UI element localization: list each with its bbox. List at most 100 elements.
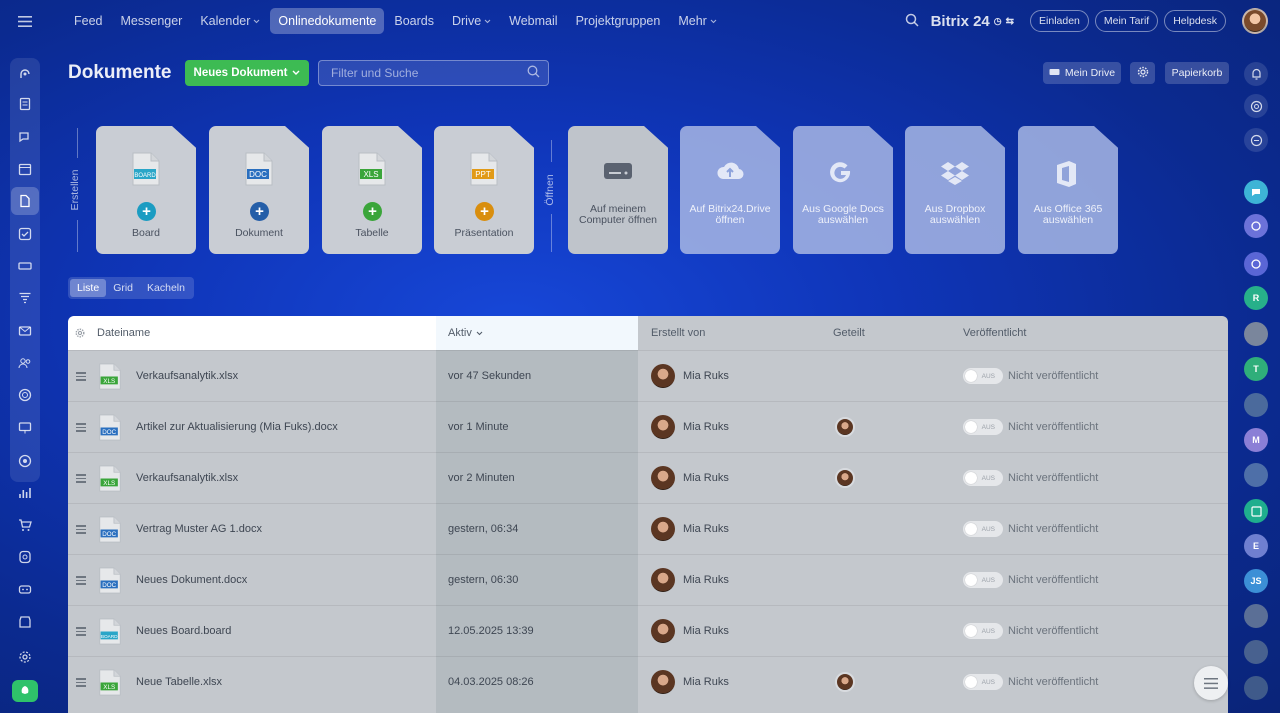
checkbox-tasks-icon[interactable]	[15, 224, 35, 244]
contact-group-icon[interactable]	[1244, 499, 1268, 523]
brand-logo[interactable]: Bitrix 24 ◷ ⇆	[931, 13, 1014, 30]
table-row[interactable]: XLS Verkaufsanalytik.xlsx vor 47 Sekunden M…	[68, 350, 1228, 401]
file-name[interactable]: Neues Dokument.docx	[136, 555, 247, 605]
contact-r[interactable]: R	[1244, 286, 1268, 310]
helpdesk-button[interactable]: Helpdesk	[1164, 10, 1226, 32]
header-published[interactable]: Veröffentlicht	[963, 316, 1026, 350]
open-tile-0[interactable]: Auf meinem Computer öffnen	[568, 126, 668, 254]
header-active[interactable]: Aktiv	[448, 316, 483, 350]
nav-item-5[interactable]: Drive	[444, 8, 499, 34]
create-tile-präsentation[interactable]: PPT + Präsentation	[434, 126, 534, 254]
table-row[interactable]: XLS Neue Tabelle.xlsx 04.03.2025 08:26 Mia …	[68, 656, 1228, 707]
plan-button[interactable]: Mein Tarif	[1094, 10, 1159, 32]
nav-item-3[interactable]: Onlinedokumente	[270, 8, 385, 34]
documents-icon[interactable]	[11, 187, 39, 215]
search-chat-icon[interactable]	[1244, 128, 1268, 152]
target-icon[interactable]	[15, 451, 35, 471]
creator[interactable]: Mia Ruks	[651, 555, 729, 605]
drag-handle-icon[interactable]	[76, 678, 86, 687]
switch-icon[interactable]: ⇆	[1006, 16, 1014, 27]
contact-avatar-3[interactable]	[1244, 463, 1268, 487]
table-row[interactable]: DOC Vertrag Muster AG 1.docx gestern, 06:3…	[68, 503, 1228, 554]
drag-handle-icon[interactable]	[76, 372, 86, 381]
settings-icon[interactable]	[15, 647, 35, 667]
file-name[interactable]: Neues Board.board	[136, 606, 231, 656]
sites-icon[interactable]	[15, 385, 35, 405]
store-icon[interactable]	[15, 612, 35, 632]
contact-avatar-2[interactable]	[1244, 393, 1268, 417]
search-box[interactable]	[318, 60, 549, 86]
nav-item-6[interactable]: Webmail	[501, 8, 565, 34]
chat-group-icon-1[interactable]	[1244, 214, 1268, 238]
file-name[interactable]: Vertrag Muster AG 1.docx	[136, 504, 262, 554]
contact-avatar-5[interactable]	[1244, 640, 1268, 664]
publish-toggle[interactable]: AUS	[963, 623, 1003, 639]
nav-item-2[interactable]: Kalender	[192, 8, 268, 34]
create-tile-dokument[interactable]: DOC + Dokument	[209, 126, 309, 254]
contact-js[interactable]: JS	[1244, 569, 1268, 593]
nav-item-1[interactable]: Messenger	[113, 8, 191, 34]
file-name[interactable]: Verkaufsanalytik.xlsx	[136, 453, 238, 503]
nav-item-4[interactable]: Boards	[386, 8, 442, 34]
shared-with[interactable]	[835, 657, 855, 707]
feed-icon[interactable]	[15, 64, 35, 84]
search-input[interactable]	[331, 66, 527, 80]
trash-button[interactable]: Papierkorb	[1165, 62, 1229, 84]
view-option-liste[interactable]: Liste	[70, 279, 107, 297]
open-tile-4[interactable]: Aus Office 365 auswählen	[1018, 126, 1118, 254]
header-shared[interactable]: Geteilt	[833, 316, 865, 350]
creator[interactable]: Mia Ruks	[651, 402, 729, 452]
nav-item-7[interactable]: Projektgruppen	[568, 8, 669, 34]
drag-handle-icon[interactable]	[76, 525, 86, 534]
open-tile-2[interactable]: Aus Google Docs auswählen	[793, 126, 893, 254]
header-name[interactable]: Dateiname	[97, 316, 150, 350]
drag-handle-icon[interactable]	[76, 627, 86, 636]
view-option-grid[interactable]: Grid	[106, 279, 140, 297]
chat-icon[interactable]	[15, 127, 35, 147]
table-row[interactable]: XLS Verkaufsanalytik.xlsx vor 2 Minuten Mia…	[68, 452, 1228, 503]
open-tile-3[interactable]: Aus Dropbox auswählen	[905, 126, 1005, 254]
drive-icon[interactable]	[15, 256, 35, 276]
publish-toggle[interactable]: AUS	[963, 368, 1003, 384]
contact-avatar-6[interactable]	[1244, 676, 1268, 700]
open-channel-icon[interactable]	[1244, 180, 1268, 204]
creator[interactable]: Mia Ruks	[651, 453, 729, 503]
list-menu-icon[interactable]	[1194, 666, 1228, 700]
tasks-list-icon[interactable]	[15, 94, 35, 114]
presentation-icon[interactable]	[15, 418, 35, 438]
chat-group-icon-2[interactable]	[1244, 252, 1268, 276]
drag-handle-icon[interactable]	[76, 423, 86, 432]
contact-avatar-1[interactable]	[1244, 322, 1268, 346]
table-row[interactable]: DOC Neues Dokument.docx gestern, 06:30 Mia …	[68, 554, 1228, 605]
rocket-icon[interactable]	[12, 680, 38, 702]
file-name[interactable]: Verkaufsanalytik.xlsx	[136, 351, 238, 401]
drag-handle-icon[interactable]	[76, 576, 86, 585]
contact-m[interactable]: M	[1244, 428, 1268, 452]
shared-with[interactable]	[835, 453, 855, 503]
nav-item-0[interactable]: Feed	[66, 8, 111, 34]
column-settings-icon[interactable]	[75, 316, 85, 350]
new-document-button[interactable]: Neues Dokument	[185, 60, 309, 86]
file-name[interactable]: Artikel zur Aktualisierung (Mia Fuks).do…	[136, 402, 338, 452]
contact-e[interactable]: E	[1244, 534, 1268, 558]
user-avatar[interactable]	[1242, 8, 1268, 34]
shared-with[interactable]	[835, 402, 855, 452]
table-row[interactable]: DOC Artikel zur Aktualisierung (Mia Fuks)…	[68, 401, 1228, 452]
support-icon[interactable]	[15, 547, 35, 567]
creator[interactable]: Mia Ruks	[651, 504, 729, 554]
copilot-icon[interactable]	[1244, 94, 1268, 118]
publish-toggle[interactable]: AUS	[963, 521, 1003, 537]
create-tile-tabelle[interactable]: XLS + Tabelle	[322, 126, 422, 254]
file-name[interactable]: Neue Tabelle.xlsx	[136, 657, 222, 707]
open-tile-1[interactable]: Auf Bitrix24.Drive öffnen	[680, 126, 780, 254]
menu-icon[interactable]	[0, 0, 50, 42]
bot-icon[interactable]	[15, 579, 35, 599]
publish-toggle[interactable]: AUS	[963, 572, 1003, 588]
create-tile-board[interactable]: BOARD + Board	[96, 126, 196, 254]
contacts-icon[interactable]	[15, 353, 35, 373]
my-drive-button[interactable]: Mein Drive	[1043, 62, 1121, 84]
filter-icon[interactable]	[15, 288, 35, 308]
nav-item-8[interactable]: Mehr	[670, 8, 724, 34]
notifications-icon[interactable]	[1244, 62, 1268, 86]
mail-icon[interactable]	[15, 321, 35, 341]
